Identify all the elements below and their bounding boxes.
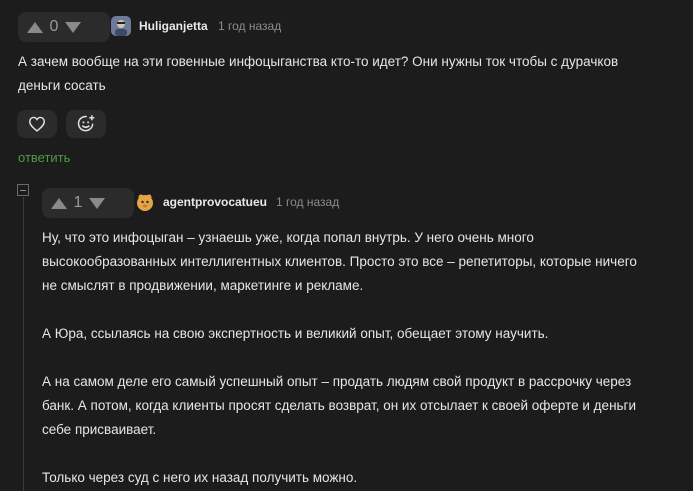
add-reaction-button[interactable] xyxy=(66,110,106,138)
downvote-icon xyxy=(89,197,105,209)
reply-vote-box: 1 xyxy=(42,188,134,218)
reply-link[interactable]: ответить xyxy=(18,150,70,165)
reply-paragraph: А на самом деле его самый успешный опыт … xyxy=(42,374,637,437)
timestamp[interactable]: 1 год назад xyxy=(218,19,281,33)
vote-box: 0 xyxy=(18,12,110,42)
reply-text: Ну, что это инфоцыган – узнаешь уже, ког… xyxy=(42,226,642,490)
upvote-icon xyxy=(27,21,43,33)
reply-paragraph: А Юра, ссылаясь на свою экспертность и в… xyxy=(42,326,549,341)
vote-count: 0 xyxy=(49,18,59,35)
collapse-thread-button[interactable] xyxy=(17,184,29,196)
avatar[interactable] xyxy=(111,16,131,36)
downvote-icon xyxy=(65,21,81,33)
upvote-button[interactable] xyxy=(24,12,46,42)
upvote-icon xyxy=(51,197,67,209)
reply-downvote-button[interactable] xyxy=(86,188,108,218)
collapse-icon xyxy=(20,189,26,191)
comment-text: А зачем вообще на эти говенные инфоцыган… xyxy=(18,54,619,93)
downvote-button[interactable] xyxy=(62,12,84,42)
like-button[interactable] xyxy=(17,110,57,138)
emoji-add-icon xyxy=(77,115,95,132)
reply-paragraph: Только через суд с него их назад получит… xyxy=(42,470,358,485)
thread-line xyxy=(23,197,24,491)
reply-upvote-button[interactable] xyxy=(48,188,70,218)
heart-icon xyxy=(28,116,46,132)
username[interactable]: Huliganjetta xyxy=(139,19,208,33)
reply-avatar[interactable] xyxy=(135,192,155,212)
reply-vote-count: 1 xyxy=(73,194,83,211)
reply-username[interactable]: agentprovocatueu xyxy=(163,195,267,209)
reply-timestamp[interactable]: 1 год назад xyxy=(276,195,339,209)
reply-paragraph: Ну, что это инфоцыган – узнаешь уже, ког… xyxy=(42,230,637,293)
